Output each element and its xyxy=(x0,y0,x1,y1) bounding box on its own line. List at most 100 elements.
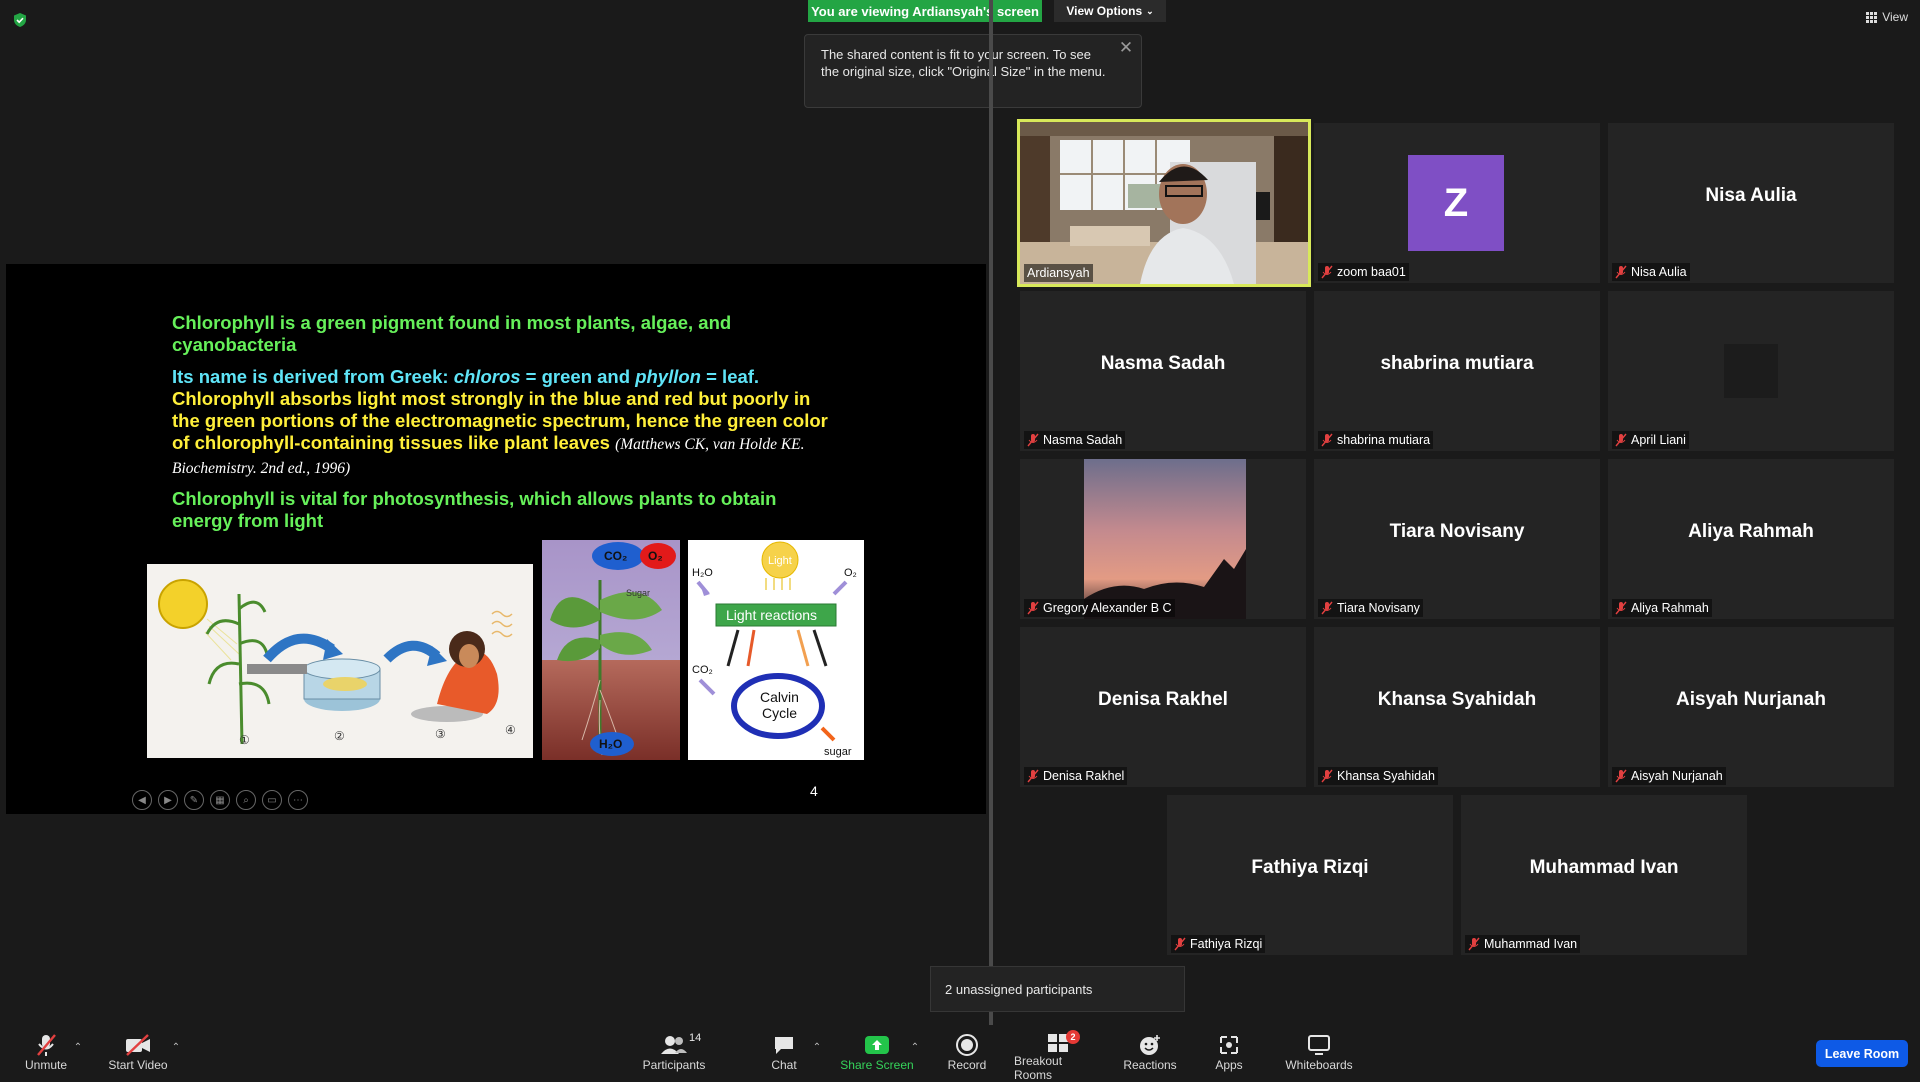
participant-tile[interactable]: Aisyah Nurjanah Aisyah Nurjanah xyxy=(1608,627,1894,787)
participant-display-name: shabrina mutiara xyxy=(1380,353,1534,374)
participant-tile[interactable]: Nisa Aulia Nisa Aulia xyxy=(1608,123,1894,283)
plant-o2-label: O₂ xyxy=(648,549,663,563)
view-label: View xyxy=(1882,10,1908,24)
mic-muted-icon xyxy=(1615,433,1627,447)
start-video-label: Start Video xyxy=(108,1058,168,1072)
step-3-label: ③ xyxy=(435,727,446,741)
record-label: Record xyxy=(947,1058,987,1072)
participant-tile[interactable]: Aliya Rahmah Aliya Rahmah xyxy=(1608,459,1894,619)
participant-name-label: Aliya Rahmah xyxy=(1612,599,1712,617)
video-options-caret-icon[interactable]: ⌃ xyxy=(171,1042,181,1053)
next-slide-icon[interactable]: ▶ xyxy=(158,790,178,810)
unmute-button[interactable]: Unmute xyxy=(18,1032,74,1078)
participant-tile[interactable]: Denisa Rakhel Denisa Rakhel xyxy=(1020,627,1306,787)
participant-tile[interactable]: Fathiya Rizqi Fathiya Rizqi xyxy=(1167,795,1453,955)
security-shield-icon[interactable] xyxy=(12,12,28,28)
mic-muted-icon xyxy=(1615,769,1627,783)
participant-tile[interactable]: Ardiansyah xyxy=(1017,119,1311,287)
slide-page-number: 4 xyxy=(810,783,818,799)
close-icon[interactable]: ✕ xyxy=(1117,39,1135,57)
calvin-cycle-line-2: Cycle xyxy=(762,705,797,721)
participant-name-label: Fathiya Rizqi xyxy=(1171,935,1266,953)
previous-slide-icon[interactable]: ◀ xyxy=(132,790,152,810)
participant-display-name: Aisyah Nurjanah xyxy=(1676,689,1826,710)
participant-video xyxy=(1020,122,1308,284)
chlorophyll-extraction-illustration: ① ② ③ ④ xyxy=(147,564,533,758)
participant-display-name: Fathiya Rizqi xyxy=(1251,857,1369,878)
participant-display-name: Muhammad Ivan xyxy=(1529,857,1679,878)
mic-muted-icon xyxy=(1321,265,1333,279)
participant-tile[interactable]: Z zoom baa01 xyxy=(1314,123,1600,283)
view-options-button[interactable]: View Options ⌄ xyxy=(1054,0,1166,22)
chat-button[interactable]: Chat xyxy=(766,1032,802,1078)
participant-name-label: Muhammad Ivan xyxy=(1465,935,1581,953)
mic-muted-icon xyxy=(1468,937,1480,951)
light-reactions-label: Light reactions xyxy=(726,607,817,623)
whiteboard-icon xyxy=(1308,1035,1330,1055)
participant-tile[interactable]: shabrina mutiara shabrina mutiara xyxy=(1314,291,1600,451)
participant-tile[interactable]: Nasma Sadah Nasma Sadah xyxy=(1020,291,1306,451)
participants-icon xyxy=(661,1036,687,1054)
slide-sorter-icon[interactable]: ▦ xyxy=(210,790,230,810)
record-button[interactable]: Record xyxy=(946,1032,988,1078)
more-options-icon[interactable]: ⋯ xyxy=(288,790,308,810)
participant-display-name: Denisa Rakhel xyxy=(1098,689,1228,710)
participants-button[interactable]: 14 Participants xyxy=(640,1032,708,1078)
video-off-icon xyxy=(126,1034,150,1056)
breakout-rooms-badge: 2 xyxy=(1066,1030,1080,1044)
participant-tile[interactable]: Tiara Novisany Tiara Novisany xyxy=(1314,459,1600,619)
start-video-button[interactable]: Start Video xyxy=(104,1032,172,1078)
apps-icon xyxy=(1220,1036,1238,1054)
participant-name-label: Aisyah Nurjanah xyxy=(1612,767,1726,785)
whiteboards-button[interactable]: Whiteboards xyxy=(1282,1032,1356,1078)
share-screen-button[interactable]: Share Screen xyxy=(840,1032,914,1078)
mic-muted-icon xyxy=(1027,769,1039,783)
reactions-icon xyxy=(1140,1035,1160,1055)
participant-tile[interactable]: Muhammad Ivan Muhammad Ivan xyxy=(1461,795,1747,955)
leave-room-button[interactable]: Leave Room xyxy=(1816,1040,1908,1067)
participant-tile[interactable]: April Liani xyxy=(1608,291,1894,451)
participant-tile[interactable]: Khansa Syahidah Khansa Syahidah xyxy=(1314,627,1600,787)
mic-muted-icon xyxy=(1321,601,1333,615)
calvin-cycle-line-1: Calvin xyxy=(760,689,799,705)
mic-muted-icon xyxy=(1027,433,1039,447)
audio-options-caret-icon[interactable]: ⌃ xyxy=(73,1042,83,1053)
slide-paragraph-3: Chlorophyll is vital for photosynthesis,… xyxy=(172,488,777,531)
view-layout-button[interactable]: View xyxy=(1866,10,1908,24)
participant-display-name: Nasma Sadah xyxy=(1100,353,1226,374)
reactions-button[interactable]: Reactions xyxy=(1122,1032,1178,1078)
mic-muted-icon xyxy=(37,1034,56,1056)
tooltip-text: The shared content is fit to your screen… xyxy=(821,47,1106,79)
step-4-label: ④ xyxy=(505,723,516,737)
light-label: Light xyxy=(768,555,792,567)
apps-button[interactable]: Apps xyxy=(1212,1032,1246,1078)
whiteboards-label: Whiteboards xyxy=(1285,1058,1353,1072)
chat-label: Chat xyxy=(771,1058,797,1072)
view-options-label: View Options xyxy=(1066,4,1143,18)
share-options-caret-icon[interactable]: ⌃ xyxy=(910,1042,920,1053)
camera-off-placeholder xyxy=(1724,344,1778,398)
plant-h2o-label: H₂O xyxy=(599,737,622,751)
presentation-slide: Chlorophyll is a green pigment found in … xyxy=(128,264,864,814)
chat-options-caret-icon[interactable]: ⌃ xyxy=(812,1042,822,1053)
chevron-down-icon: ⌄ xyxy=(1146,5,1154,16)
breakout-rooms-button[interactable]: 2 Breakout Rooms xyxy=(1014,1030,1102,1082)
participant-name-label: April Liani xyxy=(1612,431,1689,449)
unassigned-participants-notice[interactable]: 2 unassigned participants xyxy=(930,966,1185,1012)
panel-divider[interactable] xyxy=(989,0,993,1025)
participant-name-label: shabrina mutiara xyxy=(1318,431,1434,449)
subtitles-icon[interactable]: ▭ xyxy=(262,790,282,810)
zoom-icon[interactable]: ⌕ xyxy=(236,790,256,810)
participant-display-name: Nisa Aulia xyxy=(1705,185,1797,206)
unmute-label: Unmute xyxy=(24,1058,68,1072)
pen-icon[interactable]: ✎ xyxy=(184,790,204,810)
mic-muted-icon xyxy=(1174,937,1186,951)
share-screen-label: Share Screen xyxy=(840,1058,914,1072)
plant-gas-exchange-illustration: CO₂ O₂ Sugar H₂O xyxy=(542,540,680,760)
avatar: Z xyxy=(1408,155,1504,251)
participant-name-label: Nasma Sadah xyxy=(1024,431,1126,449)
share-screen-icon xyxy=(865,1036,889,1054)
participant-name-label: Denisa Rakhel xyxy=(1024,767,1128,785)
participant-tile[interactable]: Gregory Alexander B C xyxy=(1020,459,1306,619)
mic-muted-icon xyxy=(1321,433,1333,447)
